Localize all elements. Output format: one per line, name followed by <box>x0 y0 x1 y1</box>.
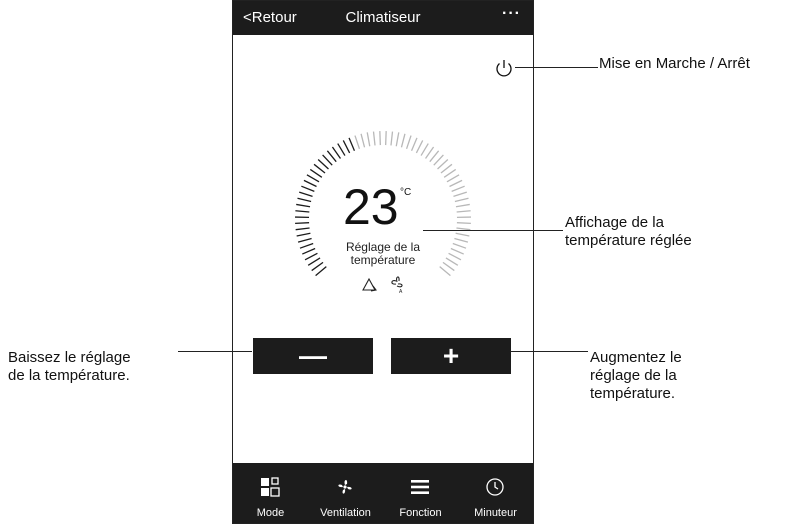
dial-tick <box>405 135 412 150</box>
fan-auto-icon: A <box>391 276 403 294</box>
minus-icon: — <box>299 340 327 371</box>
dial-tick <box>315 266 327 277</box>
mode-indicator-icons: A <box>362 276 403 294</box>
dial-tick <box>424 146 435 159</box>
dial-tick <box>451 185 465 192</box>
dial-tick <box>326 150 337 163</box>
annotation-increase-line-1: Augmentez le <box>590 349 682 366</box>
dial-tick <box>439 266 451 277</box>
dial-tick <box>366 132 371 147</box>
dial-tick <box>415 140 424 154</box>
annotation-display: Affichage de la température réglée <box>565 214 692 250</box>
decrease-temperature-button[interactable]: — <box>253 338 373 374</box>
increase-temperature-button[interactable]: + <box>391 338 511 374</box>
power-icon[interactable] <box>493 57 515 79</box>
dial-tick <box>331 146 342 159</box>
dial-tick <box>455 232 470 237</box>
page-title: Climatiseur <box>345 9 421 26</box>
tab-minuteur-label: Minuteur <box>474 507 517 519</box>
dial-tick <box>322 154 333 166</box>
dial-tick <box>379 131 381 146</box>
annotation-decrease-line-2: de la température. <box>8 367 130 384</box>
annotation-increase-line-2: réglage de la <box>590 367 677 384</box>
clock-icon <box>486 478 504 496</box>
top-bar: <Retour Climatiseur ··· <box>233 1 533 35</box>
dial-tick <box>295 222 310 225</box>
more-options-button[interactable]: ··· <box>502 5 521 23</box>
temperature-value: 23 <box>343 179 399 235</box>
svg-text:A: A <box>399 289 403 294</box>
mode-icon <box>261 477 280 497</box>
dial-tick <box>440 163 453 174</box>
dial-tick <box>296 232 311 237</box>
caption-line-2: température <box>350 253 416 267</box>
dial-tick <box>299 242 314 249</box>
annotation-decrease-line-1: Baissez le réglage <box>8 349 131 366</box>
annotation-increase: Augmentez le réglage de la température. <box>590 349 682 403</box>
dial-tick <box>449 179 463 188</box>
dial-tick <box>443 168 457 178</box>
dial-tick <box>337 143 346 156</box>
dial-tick <box>456 210 471 213</box>
dial-tick <box>385 131 387 146</box>
dial-tick <box>306 174 320 183</box>
dial-tick <box>295 227 310 231</box>
dial-tick <box>295 210 310 213</box>
dial-tick <box>454 237 469 243</box>
dial-tick <box>354 135 361 150</box>
dial-tick <box>360 133 366 148</box>
callout-line-power <box>515 67 598 68</box>
phone-screen: <Retour Climatiseur ··· 23 °C Réglage de… <box>232 0 534 524</box>
dial-tick <box>456 222 471 225</box>
dial-tick <box>348 137 356 151</box>
tab-ventilation[interactable]: Ventilation <box>308 463 383 523</box>
dial-tick <box>296 203 311 208</box>
dial-tick <box>372 131 376 146</box>
dial-tick <box>395 132 400 147</box>
dial-tick <box>309 168 323 178</box>
callout-line-increase <box>510 351 588 352</box>
tab-mode[interactable]: Mode <box>233 463 308 523</box>
annotation-display-line-1: Affichage de la <box>565 214 664 231</box>
dial-tick <box>299 191 313 198</box>
dial-tick <box>303 179 317 188</box>
dial-tick <box>297 237 312 243</box>
callout-line-display <box>423 230 563 231</box>
temperature-caption: Réglage de la température <box>313 241 453 267</box>
dial-tick <box>453 191 467 198</box>
dial-tick <box>317 159 329 170</box>
dial-tick <box>454 197 469 203</box>
plus-icon: + <box>442 340 460 371</box>
dial-tick <box>313 163 326 174</box>
dial-tick <box>429 150 440 163</box>
annotation-increase-line-3: température. <box>590 385 676 402</box>
dial-tick <box>452 242 467 249</box>
tab-fonction[interactable]: Fonction <box>383 463 458 523</box>
annotation-power: Mise en Marche / Arrêt <box>599 55 750 72</box>
recycle-icon <box>362 277 377 292</box>
dial-tick <box>342 140 351 154</box>
tab-minuteur[interactable]: Minuteur <box>458 463 533 523</box>
dial-tick <box>446 174 460 183</box>
dial-tick <box>410 137 418 151</box>
dial-tick <box>455 203 470 208</box>
annotation-decrease: Baissez le réglage de la température. <box>8 349 131 385</box>
callout-line-decrease <box>178 351 252 352</box>
dial-tick <box>433 154 444 166</box>
dial-tick <box>301 185 315 192</box>
dial-tick <box>437 159 449 170</box>
annotation-display-line-2: température réglée <box>565 232 692 249</box>
temperature-unit: °C <box>400 187 412 198</box>
dial-tick <box>390 131 394 146</box>
dial-tick <box>297 197 312 203</box>
menu-icon <box>411 480 429 494</box>
bottom-nav: Mode Ventilation Fonction Minuteur <box>233 463 533 523</box>
fan-icon <box>338 479 352 494</box>
dial-tick <box>400 133 406 148</box>
dial-tick <box>420 143 429 156</box>
